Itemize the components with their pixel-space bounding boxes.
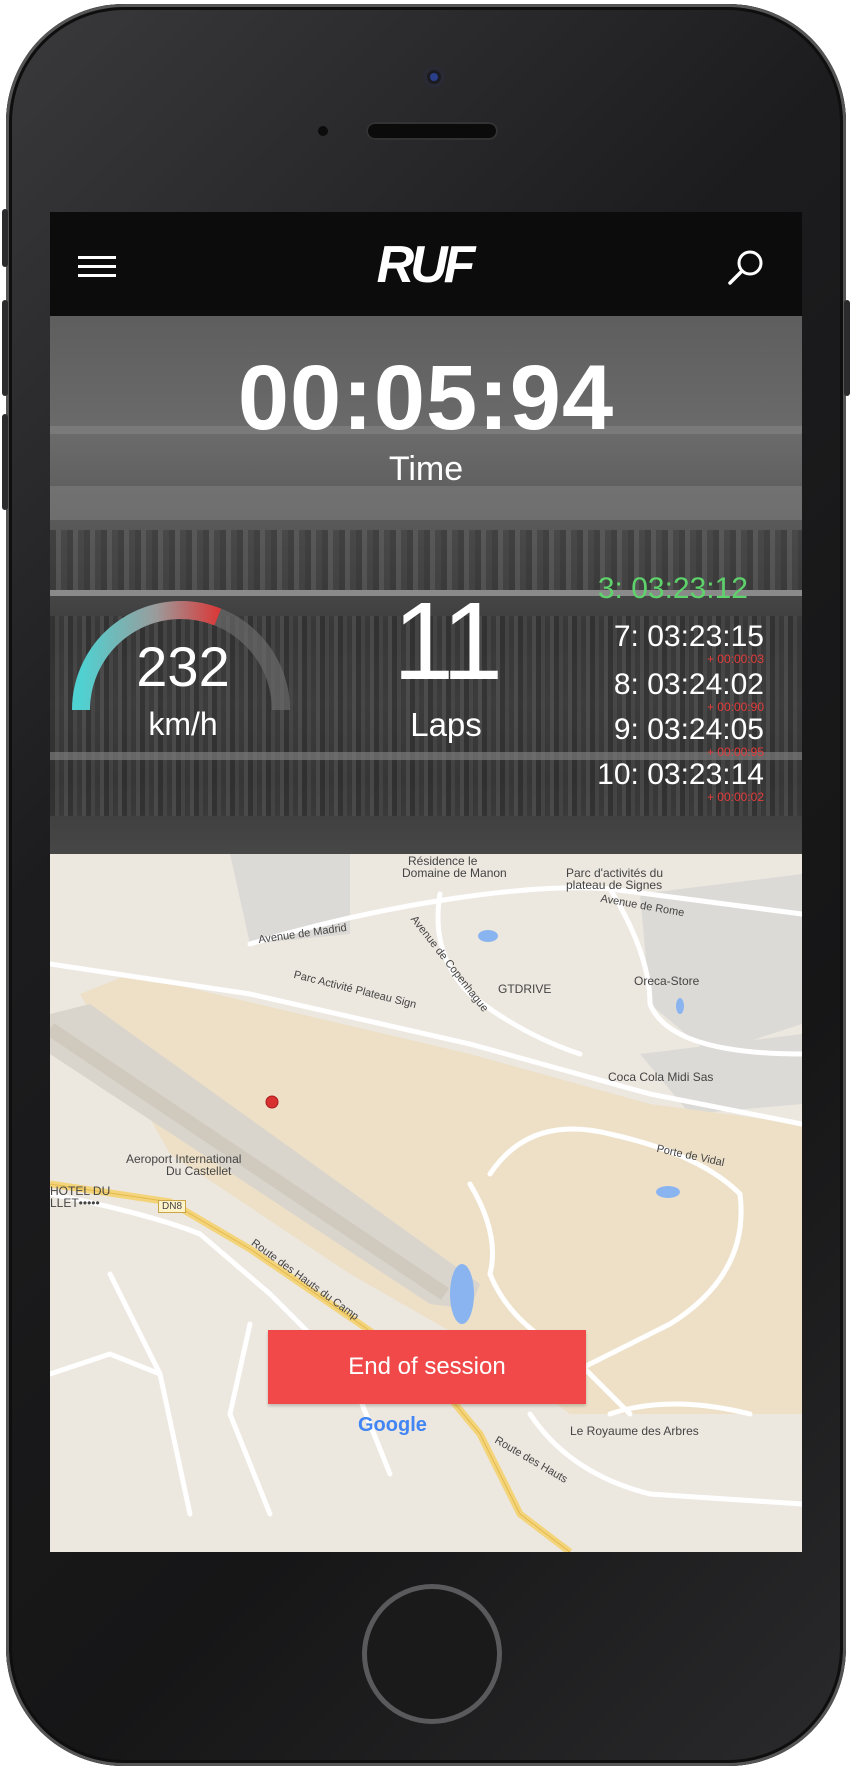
app-screen: RUF 00:05:94 Time 232 km/h 11 Laps 3: 03… [50,212,802,1552]
map-label: Du Castellet [166,1164,232,1178]
water-pond [656,1186,680,1198]
volume-up-button [2,300,8,396]
speed-unit: km/h [148,706,218,742]
map-label: plateau de Signes [566,878,663,892]
mute-switch [2,209,8,267]
google-logo-text: Google [358,1414,427,1436]
lap-time: 7: 03:23:15 [613,620,764,653]
lap-time-row: 8: 03:24:02 + 00:00:90 [614,668,764,714]
lap-delta: + 00:00:02 [706,790,764,804]
session-stats-panel: 00:05:94 Time 232 km/h 11 Laps 3: 03:23:… [50,316,802,854]
google-logo: Google [358,1414,427,1437]
map-label: Oreca-Store [634,974,700,988]
lap-count-label: Laps [410,706,482,743]
lap-delta: + 00:00:03 [706,652,764,666]
map-label: Domaine de Manon [402,866,507,880]
map-label: Le Royaume des Arbres [570,1424,699,1438]
water-pond [450,1264,474,1324]
lap-time-row: 10: 03:23:14 + 00:00:02 [597,758,764,804]
proximity-sensor [318,126,328,136]
ruf-logo: RUF [377,236,481,292]
end-session-button[interactable]: End of session [268,1330,586,1404]
front-camera [423,66,445,88]
background-band [50,486,802,520]
search-icon[interactable] [724,246,768,290]
lap-time: 10: 03:23:14 [597,758,764,791]
track-map[interactable]: Résidence le Domaine de Manon Parc d'act… [50,854,802,1552]
water-pond [676,998,684,1014]
water-pond [478,930,498,942]
session-time: 00:05:94 [237,347,615,449]
lap-time: 8: 03:24:02 [613,668,764,701]
car-position-marker [265,1095,279,1109]
best-lap-time: 3: 03:23:12 [597,572,748,605]
lap-time-row: 7: 03:23:15 + 00:00:03 [614,620,764,666]
lap-time: 9: 03:24:05 [613,713,764,746]
logo-text: RUF [377,236,477,292]
power-button [844,300,850,396]
earpiece-speaker [366,122,498,140]
lap-delta: + 00:00:90 [706,700,764,714]
map-label: LLET••••• [50,1196,100,1210]
volume-down-button [2,414,8,510]
lap-delta: + 00:00:95 [706,745,764,759]
speed-value: 232 [136,635,230,698]
hamburger-menu-icon[interactable] [78,256,116,278]
map-label: GTDRIVE [498,982,552,996]
home-button[interactable] [362,1584,502,1724]
map-label: DN8 [158,1200,187,1213]
lap-count: 11 [392,580,503,703]
session-time-label: Time [388,450,464,488]
lap-time-row: 9: 03:24:05 + 00:00:95 [614,713,764,759]
map-label: Coca Cola Midi Sas [608,1070,714,1084]
app-header: RUF [50,212,802,316]
